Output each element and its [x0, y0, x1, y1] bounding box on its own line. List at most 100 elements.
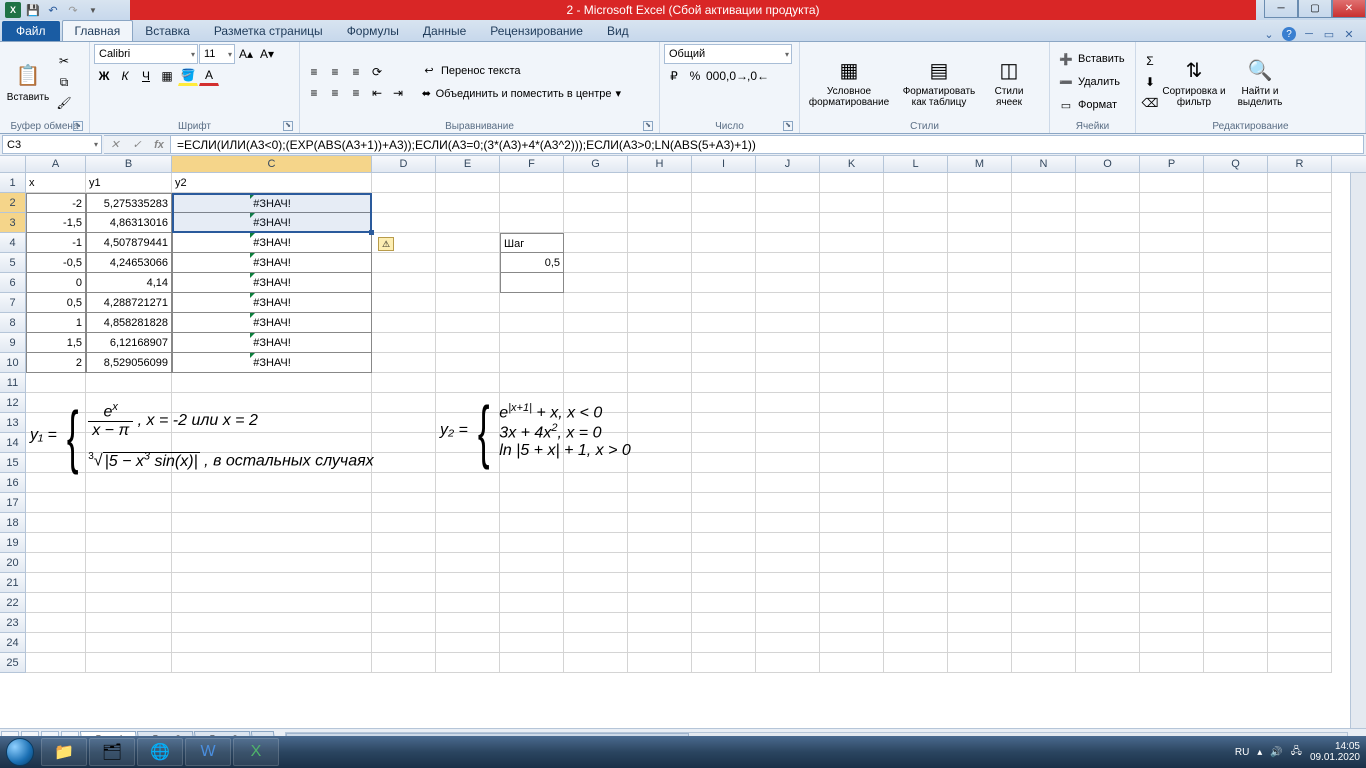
find-select-button[interactable]: 🔍Найти и выделить: [1228, 44, 1292, 120]
sort-icon: ⇅: [1180, 56, 1208, 84]
align-middle-icon[interactable]: ≡: [325, 62, 345, 82]
merge-center-button[interactable]: ⬌Объединить и поместить в центре ▾: [416, 83, 626, 105]
taskbar-folder-icon[interactable]: 🗂: [89, 738, 135, 766]
align-right-icon[interactable]: ≡: [346, 83, 366, 103]
tray-lang[interactable]: RU: [1235, 747, 1249, 758]
cell-B1[interactable]: y1: [86, 173, 172, 193]
align-center-icon[interactable]: ≡: [325, 83, 345, 103]
qat-dropdown-icon[interactable]: ▼: [84, 1, 102, 19]
start-button[interactable]: [0, 736, 40, 768]
close-button[interactable]: ✕: [1332, 0, 1366, 18]
tab-view[interactable]: Вид: [595, 21, 641, 41]
bold-icon[interactable]: Ж: [94, 66, 114, 86]
workbook-close-icon[interactable]: ✕: [1342, 27, 1356, 41]
format-painter-icon[interactable]: 🖌: [54, 93, 74, 113]
error-smart-tag-icon[interactable]: ⚠: [378, 237, 394, 251]
delete-icon: ➖: [1058, 76, 1074, 89]
tab-data[interactable]: Данные: [411, 21, 478, 41]
percent-icon[interactable]: %: [685, 66, 705, 86]
increase-font-icon[interactable]: A▴: [236, 44, 256, 64]
workbook-restore-icon[interactable]: ▭: [1322, 27, 1336, 41]
font-name-combo[interactable]: Calibri: [94, 44, 198, 64]
table-icon: ▤: [925, 56, 953, 84]
fill-color-icon[interactable]: 🪣: [178, 66, 198, 86]
increase-decimal-icon[interactable]: ,0→: [727, 66, 747, 86]
cell-A1[interactable]: x: [26, 173, 86, 193]
conditional-formatting-button[interactable]: ▦Условное форматирование: [804, 44, 894, 120]
decrease-font-icon[interactable]: A▾: [257, 44, 277, 64]
group-styles-label: Стили: [804, 120, 1045, 132]
tab-home[interactable]: Главная: [62, 20, 134, 41]
align-bottom-icon[interactable]: ≡: [346, 62, 366, 82]
enter-formula-icon[interactable]: ✓: [126, 138, 148, 151]
column-headers[interactable]: A B C D E F G H I J K L M N O P Q R: [0, 156, 1366, 173]
cell-styles-button[interactable]: ◫Стили ячеек: [984, 44, 1034, 120]
equation-y2: y₂ = { e|x+1| + x, x < 0 3x + 4x2, x = 0…: [440, 401, 720, 461]
select-all-corner[interactable]: [0, 156, 26, 172]
cell-C1[interactable]: y2: [172, 173, 372, 193]
tray-volume-icon[interactable]: 🔊: [1270, 747, 1282, 758]
currency-icon[interactable]: ₽: [664, 66, 684, 86]
delete-cells-button[interactable]: ➖Удалить: [1054, 71, 1131, 93]
tray-clock[interactable]: 14:05 09.01.2020: [1310, 741, 1360, 763]
formula-bar[interactable]: =ЕСЛИ(ИЛИ(A3<0);(EXP(ABS(A3+1))+A3));ЕСЛ…: [171, 135, 1364, 154]
dialog-launcher-icon[interactable]: ⬊: [783, 121, 793, 131]
format-as-table-button[interactable]: ▤Форматировать как таблицу: [896, 44, 982, 120]
undo-icon[interactable]: ↶: [44, 1, 62, 19]
redo-icon[interactable]: ↷: [64, 1, 82, 19]
tray-network-icon[interactable]: 🖧: [1291, 744, 1302, 761]
align-top-icon[interactable]: ≡: [304, 62, 324, 82]
cut-icon[interactable]: ✂: [54, 51, 74, 71]
save-icon[interactable]: 💾: [24, 1, 42, 19]
tab-insert[interactable]: Вставка: [133, 21, 202, 41]
underline-icon[interactable]: Ч: [136, 66, 156, 86]
maximize-button[interactable]: ▢: [1298, 0, 1332, 18]
equation-y1: y₁ = { exx − π , x = -2 или x = 2 3√|5 −…: [30, 401, 430, 471]
tray-show-hidden-icon[interactable]: ▴: [1257, 747, 1262, 758]
font-color-icon[interactable]: A: [199, 66, 219, 86]
comma-icon[interactable]: 000: [706, 66, 726, 86]
copy-icon[interactable]: ⧉: [54, 72, 74, 92]
taskbar-chrome-icon[interactable]: 🌐: [137, 738, 183, 766]
autosum-icon[interactable]: Σ: [1140, 51, 1160, 71]
taskbar-excel-icon[interactable]: X: [233, 738, 279, 766]
window-title: 2 - Microsoft Excel (Сбой активации прод…: [130, 0, 1256, 20]
minimize-ribbon-icon[interactable]: ⌄: [1262, 27, 1276, 41]
number-format-combo[interactable]: Общий: [664, 44, 792, 64]
cond-format-icon: ▦: [835, 56, 863, 84]
increase-indent-icon[interactable]: ⇥: [388, 83, 408, 103]
paste-icon: 📋: [14, 62, 42, 90]
decrease-indent-icon[interactable]: ⇤: [367, 83, 387, 103]
orientation-icon[interactable]: ⟳: [367, 62, 387, 82]
fill-handle[interactable]: [369, 230, 374, 235]
taskbar-word-icon[interactable]: W: [185, 738, 231, 766]
decrease-decimal-icon[interactable]: ,0←: [748, 66, 768, 86]
tab-page-layout[interactable]: Разметка страницы: [202, 21, 335, 41]
font-size-combo[interactable]: 11: [199, 44, 235, 64]
find-icon: 🔍: [1246, 56, 1274, 84]
dialog-launcher-icon[interactable]: ⬊: [643, 121, 653, 131]
dialog-launcher-icon[interactable]: ⬊: [73, 121, 83, 131]
insert-function-icon[interactable]: fx: [148, 139, 170, 151]
insert-cells-button[interactable]: ➕Вставить: [1054, 48, 1131, 70]
format-cells-button[interactable]: ▭Формат: [1054, 94, 1131, 116]
minimize-button[interactable]: ─: [1264, 0, 1298, 18]
borders-icon[interactable]: ▦: [157, 66, 177, 86]
file-tab[interactable]: Файл: [2, 21, 60, 41]
clear-icon[interactable]: ⌫: [1140, 93, 1160, 113]
align-left-icon[interactable]: ≡: [304, 83, 324, 103]
tab-review[interactable]: Рецензирование: [478, 21, 595, 41]
name-box[interactable]: C3: [2, 135, 102, 154]
italic-icon[interactable]: К: [115, 66, 135, 86]
workbook-minimize-icon[interactable]: ─: [1302, 27, 1316, 41]
fill-icon[interactable]: ⬇: [1140, 72, 1160, 92]
cancel-formula-icon[interactable]: ✕: [104, 138, 126, 151]
help-icon[interactable]: ?: [1282, 27, 1296, 41]
tab-formulas[interactable]: Формулы: [335, 21, 411, 41]
paste-button[interactable]: 📋 Вставить: [4, 44, 52, 120]
taskbar-explorer-icon[interactable]: 📁: [41, 738, 87, 766]
dialog-launcher-icon[interactable]: ⬊: [283, 121, 293, 131]
vertical-scrollbar[interactable]: [1350, 173, 1366, 728]
sort-filter-button[interactable]: ⇅Сортировка и фильтр: [1162, 44, 1226, 120]
wrap-text-button[interactable]: ↩Перенос текста: [416, 60, 626, 82]
